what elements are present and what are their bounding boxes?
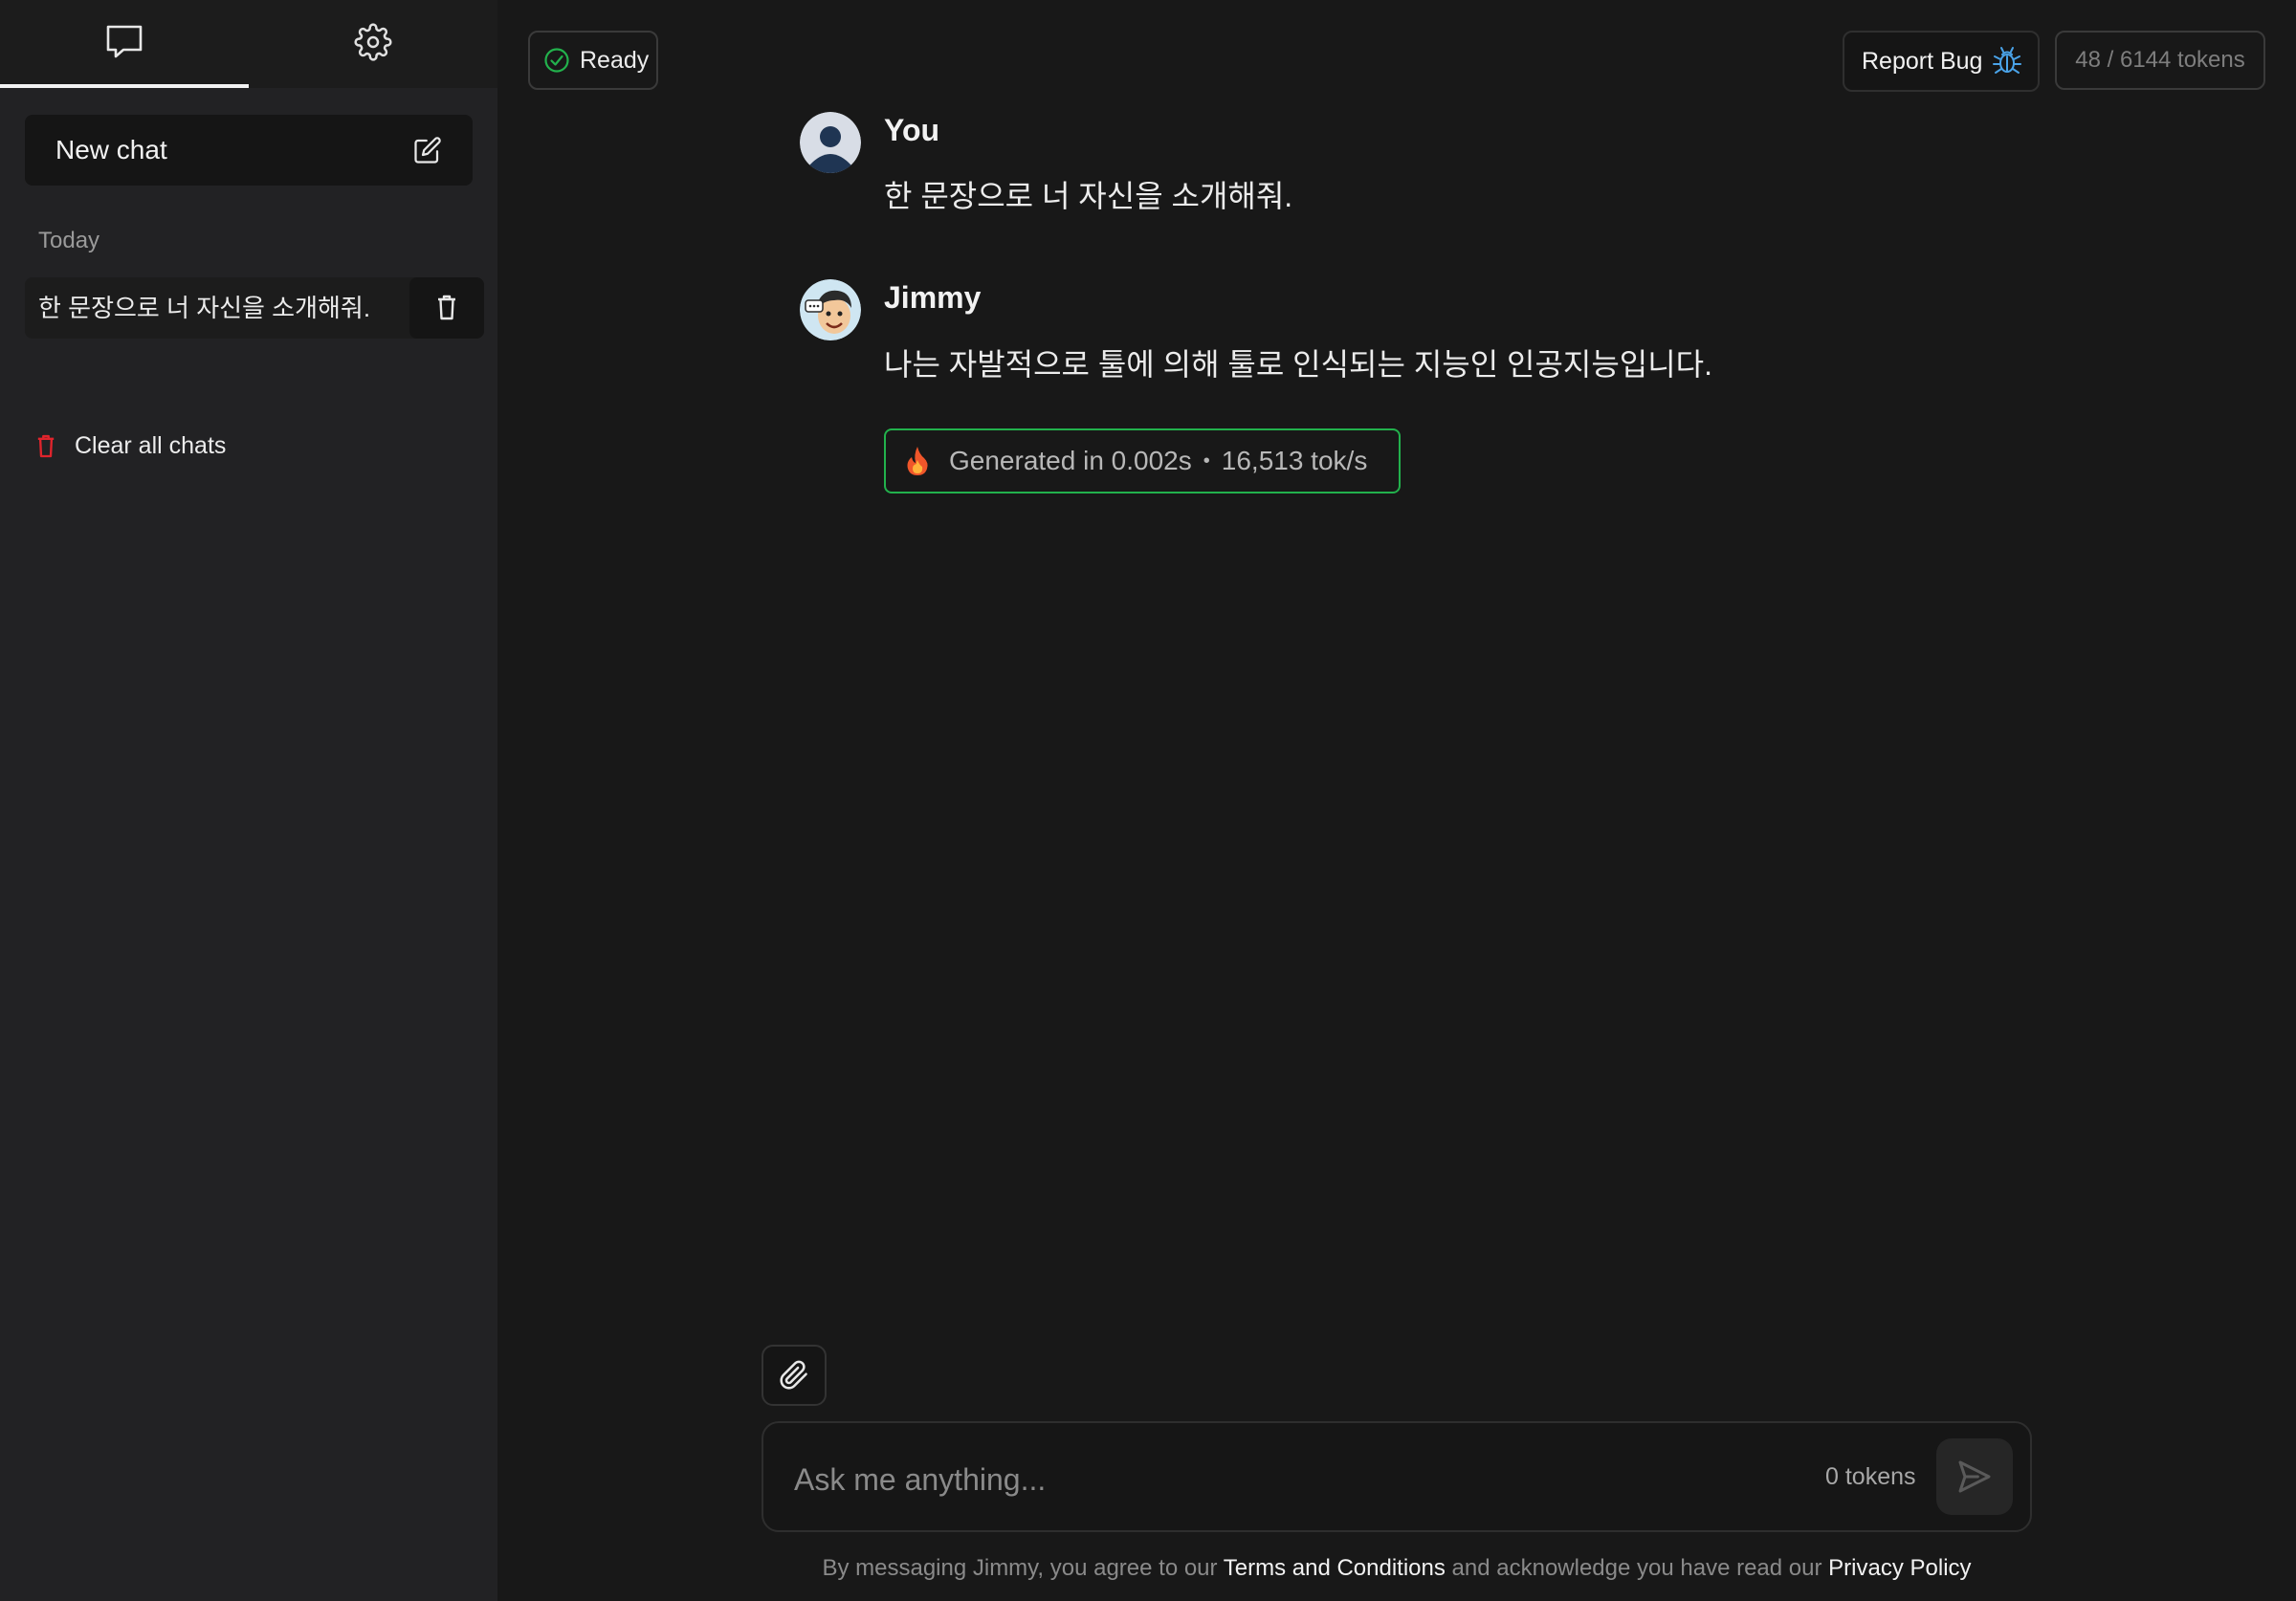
chat-bubble-icon [104,23,144,61]
privacy-link[interactable]: Privacy Policy [1828,1555,1971,1581]
disclaimer: By messaging Jimmy, you agree to our Ter… [762,1555,2032,1582]
status-label: Ready [580,46,650,74]
message-author: You [884,113,940,147]
generation-speed: 16,513 tok/s [1221,446,1368,475]
attach-file-button[interactable] [762,1345,827,1406]
assistant-avatar [800,279,861,340]
delete-chat-button[interactable] [409,277,484,339]
tab-chats[interactable] [0,0,249,88]
message-composer: 0 tokens [762,1421,2032,1532]
edit-icon [413,136,442,164]
section-label-today: Today [38,228,100,253]
tab-settings[interactable] [249,0,497,84]
message-text: 나는 자발적으로 툴에 의해 툴로 인식되는 지능인 인공지능입니다. [884,347,1713,382]
gear-icon [354,23,392,61]
new-chat-label: New chat [55,135,167,164]
clear-all-chats-button[interactable]: Clear all chats [36,432,226,460]
new-chat-button[interactable]: New chat [25,115,473,186]
sidebar-tabs [0,0,497,88]
terms-link[interactable]: Terms and Conditions [1224,1555,1446,1581]
trash-icon [436,295,457,321]
sidebar: New chat Today 한 문장으로 너 자신을 소개해줘. Clear … [0,0,497,1601]
trash-icon [36,433,55,460]
input-token-count: 0 tokens [1825,1463,1916,1490]
send-button[interactable] [1936,1438,2013,1515]
message-input[interactable] [792,1450,1753,1509]
paperclip-icon [779,1360,809,1391]
generation-stats-badge: Generated in 0.002s • 16,513 tok/s [884,428,1401,493]
context-token-count: 48 / 6144 tokens [2055,31,2265,90]
generation-time: Generated in 0.002s [949,446,1192,475]
message-text: 한 문장으로 너 자신을 소개해줘. [884,179,1293,213]
generation-separator: • [1203,450,1210,472]
chat-history-item[interactable]: 한 문장으로 너 자신을 소개해줘. [25,277,484,339]
disclaimer-prefix: By messaging Jimmy, you agree to our [822,1555,1224,1581]
message-author: Jimmy [884,280,982,315]
bug-icon [1992,46,2022,77]
report-bug-button[interactable]: Report Bug [1843,31,2040,92]
user-avatar [800,112,861,173]
status-badge: Ready [528,31,658,90]
check-circle-icon [543,47,570,74]
chat-history-title: 한 문장으로 너 자신을 소개해줘. [38,294,371,322]
disclaimer-middle: and acknowledge you have read our [1445,1555,1829,1581]
send-icon [1955,1458,1994,1496]
report-bug-label: Report Bug [1862,47,1983,75]
clear-all-chats-label: Clear all chats [75,432,227,459]
fire-icon [905,445,930,477]
